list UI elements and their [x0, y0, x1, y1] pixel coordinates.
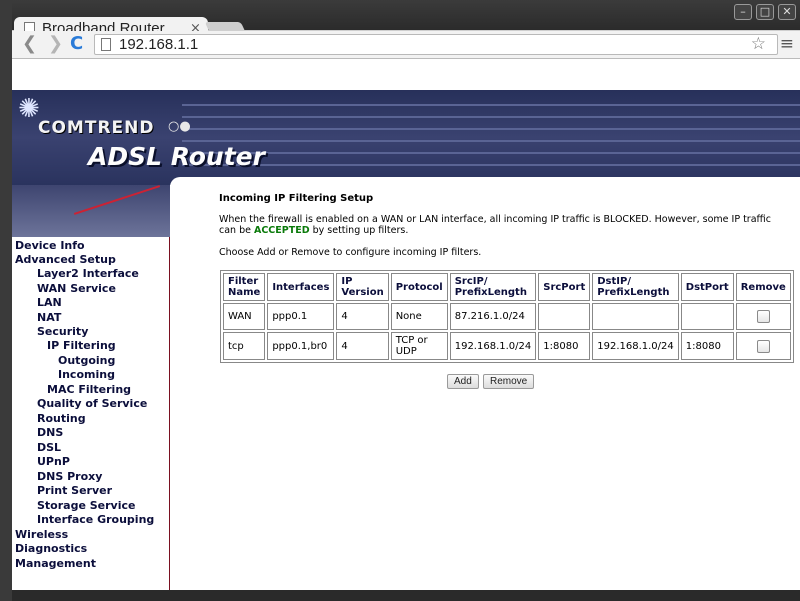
sidebar-item-lan[interactable]: LAN	[37, 296, 62, 309]
sidebar-item-nat[interactable]: NAT	[37, 311, 61, 324]
table-row: tcp ppp0.1,br0 4 TCP or UDP 192.168.1.0/…	[223, 332, 791, 360]
cell-ip-version: 4	[336, 303, 389, 330]
router-banner: ✺ COMTREND ○● ADSL Router	[12, 90, 800, 185]
cell-src-ip: 192.168.1.0/24	[449, 332, 537, 360]
sidebar-item-advanced-setup[interactable]: Advanced Setup	[15, 253, 116, 266]
sidebar-item-quality-of-service[interactable]: Quality of Service	[37, 397, 147, 410]
accepted-highlight: ACCEPTED	[253, 225, 310, 236]
page-title: Incoming IP Filtering Setup	[219, 193, 374, 204]
close-window-button[interactable]: ✕	[778, 4, 796, 20]
menu-icon[interactable]: ≡	[780, 34, 794, 54]
sidebar-item-interface-grouping[interactable]: Interface Grouping	[37, 513, 154, 526]
url-text: 192.168.1.1	[119, 36, 199, 53]
sidebar-item-storage-service[interactable]: Storage Service	[37, 499, 135, 512]
sidebar-item-diagnostics[interactable]: Diagnostics	[15, 542, 87, 555]
sidebar-item-dns-proxy[interactable]: DNS Proxy	[37, 470, 102, 483]
address-bar[interactable]: 192.168.1.1	[94, 34, 778, 55]
cell-dst-ip	[592, 303, 679, 330]
table-row: WAN ppp0.1 4 None 87.216.1.0/24	[223, 303, 791, 330]
content-header-curve	[170, 177, 800, 191]
remove-checkbox[interactable]	[756, 339, 770, 353]
cell-src-ip: 87.216.1.0/24	[449, 303, 537, 330]
cell-protocol: TCP or UDP	[390, 332, 448, 360]
sidebar-item-routing[interactable]: Routing	[37, 412, 86, 425]
cell-protocol: None	[390, 303, 448, 330]
page-icon	[101, 38, 111, 51]
col-interfaces: Interfaces	[267, 273, 335, 301]
window-bottom-edge	[12, 590, 800, 601]
sidebar-item-management[interactable]: Management	[15, 557, 96, 570]
col-dst-port: DstPort	[680, 273, 734, 301]
col-protocol: Protocol	[390, 273, 448, 301]
bookmark-star-icon[interactable]: ☆	[751, 34, 766, 54]
remove-checkbox[interactable]	[756, 310, 770, 323]
sidebar-item-ip-filtering[interactable]: IP Filtering	[47, 339, 116, 352]
sidebar-item-dsl[interactable]: DSL	[37, 441, 61, 454]
col-src-port: SrcPort	[538, 273, 591, 301]
description-text-end: by setting up filters.	[309, 225, 409, 236]
cell-dst-port	[680, 303, 734, 330]
col-ip-version: IP Version	[336, 273, 389, 301]
sidebar-item-dns[interactable]: DNS	[37, 426, 63, 439]
brand-logo-text: COMTREND	[38, 118, 155, 138]
cell-src-port: 1:8080	[538, 332, 591, 360]
sidebar-item-incoming[interactable]: Incoming	[58, 368, 115, 381]
page-description: When the firewall is enabled on a WAN or…	[219, 214, 779, 236]
forward-arrow-icon[interactable]: ❯	[48, 34, 63, 54]
col-src-ip: SrcIP/ PrefixLength	[449, 273, 537, 301]
cell-ip-version: 4	[336, 332, 389, 360]
sidebar-item-layer2-interface[interactable]: Layer2 Interface	[37, 267, 139, 280]
sidebar-item-security[interactable]: Security	[37, 325, 88, 338]
cell-remove	[735, 303, 791, 330]
table-header-row: Filter Name Interfaces IP Version Protoc…	[223, 273, 791, 301]
product-title: ADSL Router	[88, 142, 265, 171]
cell-interfaces: ppp0.1	[267, 303, 335, 330]
desktop-edge	[0, 0, 12, 601]
back-arrow-icon[interactable]: ❮	[22, 34, 37, 54]
reload-icon[interactable]: C	[70, 34, 83, 54]
cell-remove	[735, 332, 791, 360]
maximize-button[interactable]: □	[756, 4, 774, 20]
sidebar-item-mac-filtering[interactable]: MAC Filtering	[47, 383, 131, 396]
logo-dots-icon: ○●	[168, 119, 191, 134]
sidebar-item-print-server[interactable]: Print Server	[37, 484, 112, 497]
sidebar-item-upnp[interactable]: UPnP	[37, 455, 70, 468]
sidebar-item-wan-service[interactable]: WAN Service	[37, 282, 116, 295]
navigation-bar: ❮ ❯ C 192.168.1.1 ☆ ≡	[12, 31, 800, 59]
cell-dst-port: 1:8080	[680, 332, 734, 360]
cell-filter-name: tcp	[223, 332, 266, 360]
col-remove: Remove	[735, 273, 791, 301]
cell-filter-name: WAN	[223, 303, 266, 330]
col-dst-ip: DstIP/ PrefixLength	[592, 273, 679, 301]
cell-interfaces: ppp0.1,br0	[267, 332, 335, 360]
remove-button[interactable]: Remove	[483, 374, 535, 389]
cell-dst-ip: 192.168.1.0/24	[592, 332, 679, 360]
cell-src-port	[538, 303, 591, 330]
comtrend-logo-icon: ✺	[18, 94, 40, 124]
col-filter-name: Filter Name	[223, 273, 266, 301]
sidebar-item-device-info[interactable]: Device Info	[15, 239, 85, 252]
sidebar-header-art	[12, 185, 170, 237]
instruction-text: Choose Add or Remove to configure incomi…	[219, 247, 482, 258]
sidebar-item-wireless[interactable]: Wireless	[15, 528, 68, 541]
sidebar-item-outgoing[interactable]: Outgoing	[58, 354, 115, 367]
minimize-button[interactable]: –	[734, 4, 752, 20]
incoming-filter-table: Filter Name Interfaces IP Version Protoc…	[220, 270, 794, 363]
add-button[interactable]: Add	[447, 374, 479, 389]
